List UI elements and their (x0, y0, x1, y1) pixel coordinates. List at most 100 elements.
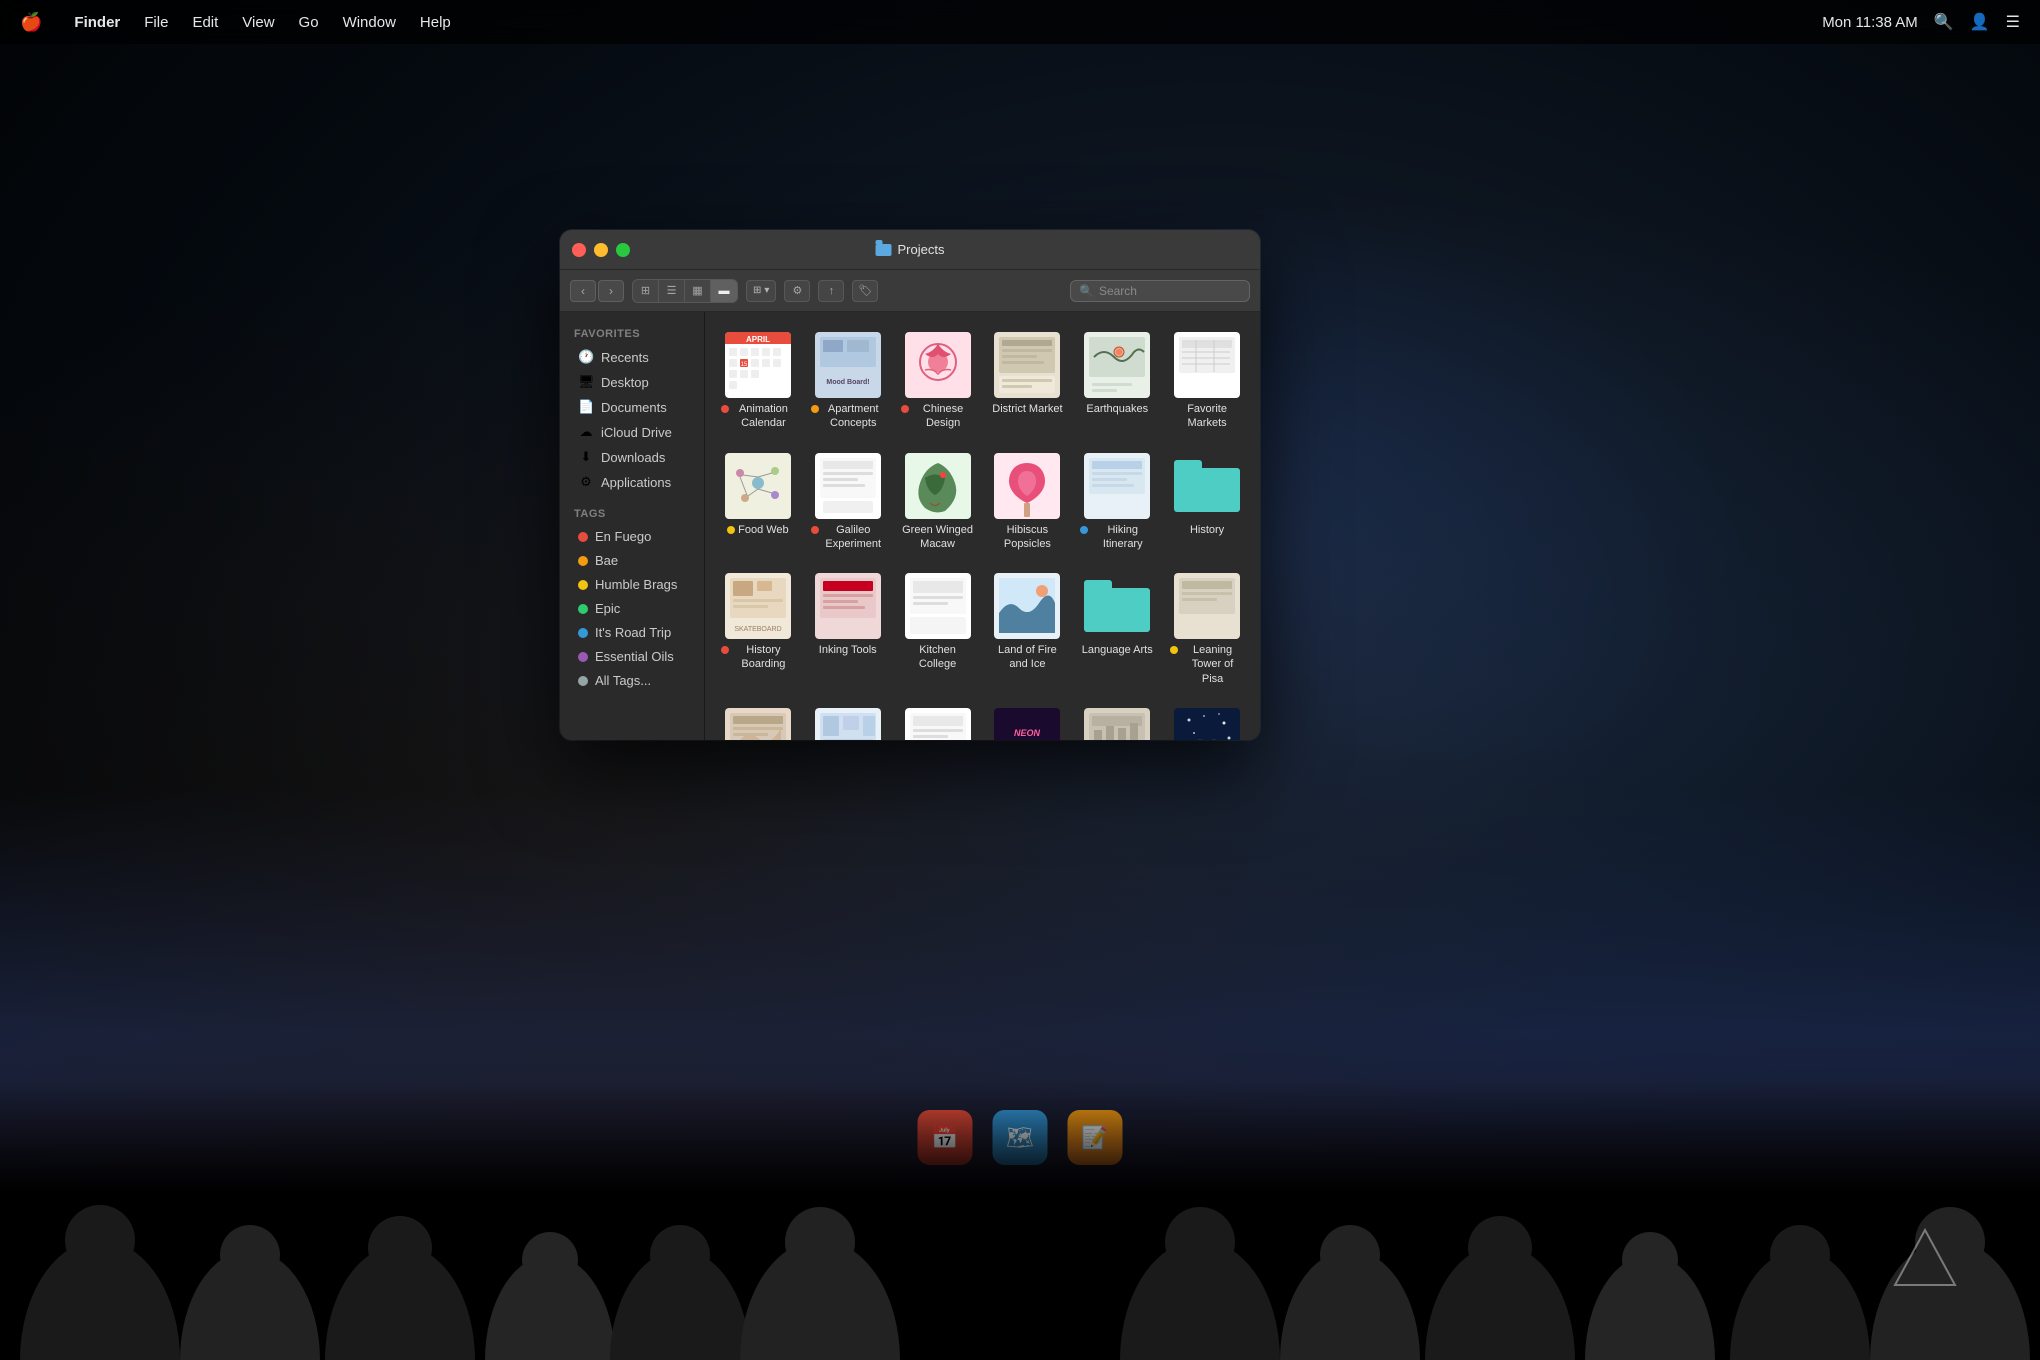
file-item-mammals-africa[interactable]: Mammals in Africa (717, 700, 799, 740)
search-box[interactable]: 🔍 Search (1070, 280, 1250, 302)
file-thumb (994, 332, 1060, 398)
search-icon[interactable]: 🔍 (1934, 12, 1954, 32)
user-icon[interactable]: 👤 (1970, 12, 1990, 32)
sidebar-tag-en-fuego[interactable]: En Fuego (564, 525, 700, 548)
finder-body: Favorites 🕐 Recents 🖥 Desktop 📄 Document… (560, 312, 1260, 740)
sidebar-item-applications[interactable]: ⚙ Applications (564, 470, 700, 494)
sidebar-item-recents[interactable]: 🕐 Recents (564, 345, 700, 369)
svg-text:APRIL: APRIL (746, 335, 770, 344)
sidebar-tag-bae[interactable]: Bae (564, 549, 700, 572)
file-item-favorite-markets[interactable]: Favorite Markets (1166, 324, 1248, 437)
menubar: 🍎 Finder File Edit View Go Window Help M… (0, 0, 2040, 44)
file-item-leaning-tower[interactable]: Leaning Tower of Pisa (1166, 565, 1248, 692)
window-menu[interactable]: Window (343, 14, 396, 31)
file-item-hibiscus-popsicles[interactable]: Hibiscus Popsicles (987, 445, 1069, 558)
tag-dot-yellow (578, 580, 588, 590)
file-item-galileo[interactable]: Galileo Experiment (807, 445, 889, 558)
audience-silhouette (0, 1080, 2040, 1360)
applications-icon: ⚙ (578, 474, 594, 490)
sidebar-item-label: Recents (601, 350, 649, 365)
file-name: Green Winged Macaw (902, 523, 974, 552)
file-name: Land of Fire and Ice (991, 643, 1063, 672)
file-item-history-boarding[interactable]: SKATEBOARD History Boarding (717, 565, 799, 692)
sidebar-tag-all-tags[interactable]: All Tags... (564, 669, 700, 692)
file-name: Chinese Design (912, 402, 975, 431)
file-name: History Boarding (732, 643, 795, 672)
file-item-animation-calendar[interactable]: APRIL 15 (717, 324, 799, 437)
forward-button[interactable]: › (598, 280, 624, 302)
tag-dot-green (578, 604, 588, 614)
file-name: Hibiscus Popsicles (991, 523, 1063, 552)
file-thumb (994, 573, 1060, 639)
edit-menu[interactable]: Edit (192, 14, 218, 31)
file-item-kitchen-college[interactable]: Kitchen College (897, 565, 979, 692)
file-item-district-market[interactable]: District Market (987, 324, 1069, 437)
file-thumb (815, 573, 881, 639)
share-button[interactable]: ↑ (818, 280, 844, 302)
sidebar-tag-humble-brags[interactable]: Humble Brags (564, 573, 700, 596)
file-item-hiking-itinerary[interactable]: Hiking Itinerary (1076, 445, 1158, 558)
go-menu[interactable]: Go (299, 14, 319, 31)
sidebar-tag-epic[interactable]: Epic (564, 597, 700, 620)
apple-menu[interactable]: 🍎 (20, 12, 42, 33)
svg-text:Mood Board!: Mood Board! (826, 379, 869, 386)
file-menu[interactable]: File (144, 14, 168, 31)
window-title: Projects (876, 242, 945, 257)
sidebar-tag-label: En Fuego (595, 529, 651, 544)
gallery-view-button[interactable]: ▬ (711, 280, 737, 302)
minimize-button[interactable] (594, 243, 608, 257)
close-button[interactable] (572, 243, 586, 257)
tags-button[interactable]: 🏷 (852, 280, 878, 302)
file-name: Favorite Markets (1171, 402, 1243, 431)
file-item-inking-tools[interactable]: Inking Tools (807, 565, 889, 692)
tag-dot-gray (578, 676, 588, 686)
icon-view-button[interactable]: ⊞ (633, 280, 659, 302)
file-item-neon-skies[interactable]: NEON SKIES Neon Skies (987, 700, 1069, 740)
sidebar-tag-essential-oils[interactable]: Essential Oils (564, 645, 700, 668)
file-item-land-of-fire-and-ice[interactable]: Land of Fire and Ice (987, 565, 1069, 692)
file-item-green-winged-macaw[interactable]: Green Winged Macaw (897, 445, 979, 558)
tag-dot (721, 646, 729, 654)
maximize-button[interactable] (616, 243, 630, 257)
file-thumb (725, 708, 791, 740)
tag-dot-red (578, 532, 588, 542)
file-thumb (725, 453, 791, 519)
file-name: Apartment Concepts (822, 402, 885, 431)
finder-menu[interactable]: Finder (74, 14, 120, 31)
file-item-history[interactable]: History (1166, 445, 1248, 558)
list-view-button[interactable]: ☰ (659, 280, 685, 302)
help-menu[interactable]: Help (420, 14, 451, 31)
sidebar-item-icloud[interactable]: ☁ iCloud Drive (564, 420, 700, 444)
tag-dot-orange (578, 556, 588, 566)
svg-text:NEON: NEON (1014, 728, 1041, 738)
file-item-earthquakes[interactable]: Earthquakes (1076, 324, 1158, 437)
file-item-new-york[interactable]: New York (1076, 700, 1158, 740)
file-item-food-web[interactable]: Food Web (717, 445, 799, 558)
file-name: Animation Calendar (732, 402, 795, 431)
view-options-dropdown[interactable]: ⊞▾ (746, 280, 776, 302)
control-center-icon[interactable]: ☰ (2006, 12, 2020, 32)
column-view-button[interactable]: ▦ (685, 280, 711, 302)
sidebar-tag-road-trip[interactable]: It's Road Trip (564, 621, 700, 644)
icloud-icon: ☁ (578, 424, 594, 440)
action-button[interactable]: ⚙ (784, 280, 810, 302)
file-item-night-sky[interactable]: Night Sky (1166, 700, 1248, 740)
view-menu[interactable]: View (242, 14, 274, 31)
file-item-natural-history[interactable]: Natural History (897, 700, 979, 740)
file-name: Hiking Itinerary (1091, 523, 1154, 552)
file-item-language-arts[interactable]: Language Arts (1076, 565, 1158, 692)
file-name: Leaning Tower of Pisa (1181, 643, 1244, 686)
back-button[interactable]: ‹ (570, 280, 596, 302)
sidebar-item-desktop[interactable]: 🖥 Desktop (564, 370, 700, 394)
folder-icon (876, 244, 892, 256)
sidebar-item-downloads[interactable]: ⬇ Downloads (564, 445, 700, 469)
menubar-time: Mon 11:38 AM (1822, 14, 1918, 31)
file-item-skate-parks[interactable]: Most popular Skate Parks (807, 700, 889, 740)
file-item-chinese-design[interactable]: Chinese Design (897, 324, 979, 437)
file-thumb (1084, 708, 1150, 740)
file-name: Kitchen College (902, 643, 974, 672)
toolbar: ‹ › ⊞ ☰ ▦ ▬ ⊞▾ ⚙ ↑ 🏷 🔍 Search (560, 270, 1260, 312)
sidebar-item-documents[interactable]: 📄 Documents (564, 395, 700, 419)
tag-dot (901, 405, 909, 413)
file-item-apartment-concepts[interactable]: Mood Board! Apartment Concepts (807, 324, 889, 437)
